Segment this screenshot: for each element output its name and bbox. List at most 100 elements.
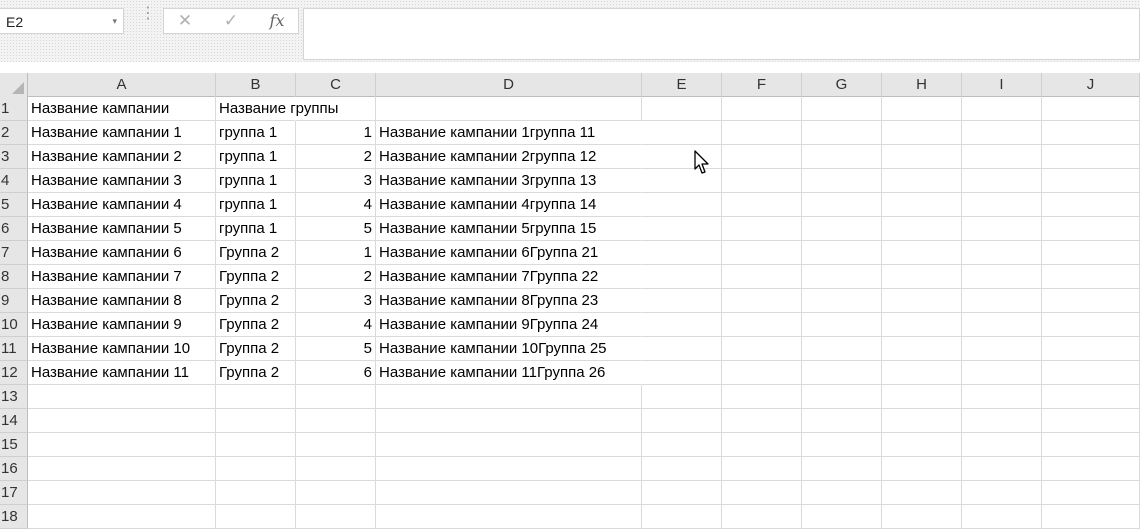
cell-a8[interactable]: Название кампании 7 — [28, 265, 216, 289]
cell-b17[interactable] — [216, 481, 296, 505]
cell-i10[interactable] — [962, 313, 1042, 337]
cell-j18[interactable] — [1042, 505, 1140, 529]
cell-e13[interactable] — [642, 385, 722, 409]
cell-i5[interactable] — [962, 193, 1042, 217]
cell-d1[interactable] — [376, 97, 642, 121]
cell-e12[interactable] — [642, 361, 722, 385]
cell-f16[interactable] — [722, 457, 802, 481]
cell-a18[interactable] — [28, 505, 216, 529]
cell-b6[interactable]: группа 1 — [216, 217, 296, 241]
row-header-1[interactable]: 1 — [0, 97, 28, 121]
cell-a7[interactable]: Название кампании 6 — [28, 241, 216, 265]
cell-e15[interactable] — [642, 433, 722, 457]
cell-i14[interactable] — [962, 409, 1042, 433]
cell-g10[interactable] — [802, 313, 882, 337]
column-header-a[interactable]: A — [28, 73, 216, 97]
cell-e2[interactable] — [642, 121, 722, 145]
cell-e6[interactable] — [642, 217, 722, 241]
cell-j14[interactable] — [1042, 409, 1140, 433]
cell-c8[interactable]: 2 — [296, 265, 376, 289]
cell-j10[interactable] — [1042, 313, 1140, 337]
cell-d3[interactable]: Название кампании 2группа 12 — [376, 145, 642, 169]
row-header-5[interactable]: 5 — [0, 193, 28, 217]
row-header-11[interactable]: 11 — [0, 337, 28, 361]
cell-i8[interactable] — [962, 265, 1042, 289]
cell-b4[interactable]: группа 1 — [216, 169, 296, 193]
cell-h17[interactable] — [882, 481, 962, 505]
cell-h2[interactable] — [882, 121, 962, 145]
cell-f13[interactable] — [722, 385, 802, 409]
cell-e7[interactable] — [642, 241, 722, 265]
cell-d5[interactable]: Название кампании 4группа 14 — [376, 193, 642, 217]
column-header-j[interactable]: J — [1042, 73, 1140, 97]
cell-i16[interactable] — [962, 457, 1042, 481]
cell-a1[interactable]: Название кампании — [28, 97, 216, 121]
cell-i7[interactable] — [962, 241, 1042, 265]
cell-i12[interactable] — [962, 361, 1042, 385]
cell-a12[interactable]: Название кампании 11 — [28, 361, 216, 385]
cell-h7[interactable] — [882, 241, 962, 265]
name-box[interactable]: E2 ▾ — [0, 8, 124, 34]
column-header-e[interactable]: E — [642, 73, 722, 97]
cell-b15[interactable] — [216, 433, 296, 457]
cell-d8[interactable]: Название кампании 7Группа 22 — [376, 265, 642, 289]
cell-f14[interactable] — [722, 409, 802, 433]
cell-c7[interactable]: 1 — [296, 241, 376, 265]
cell-g15[interactable] — [802, 433, 882, 457]
check-icon[interactable]: ✓ — [216, 10, 246, 32]
cell-i2[interactable] — [962, 121, 1042, 145]
cell-h11[interactable] — [882, 337, 962, 361]
cell-d11[interactable]: Название кампании 10Группа 25 — [376, 337, 642, 361]
cell-j11[interactable] — [1042, 337, 1140, 361]
cell-a6[interactable]: Название кампании 5 — [28, 217, 216, 241]
cell-g9[interactable] — [802, 289, 882, 313]
cell-b12[interactable]: Группа 2 — [216, 361, 296, 385]
cell-a3[interactable]: Название кампании 2 — [28, 145, 216, 169]
cell-i1[interactable] — [962, 97, 1042, 121]
cell-j3[interactable] — [1042, 145, 1140, 169]
cell-c13[interactable] — [296, 385, 376, 409]
cell-e5[interactable] — [642, 193, 722, 217]
cell-e14[interactable] — [642, 409, 722, 433]
cell-d7[interactable]: Название кампании 6Группа 21 — [376, 241, 642, 265]
cell-e17[interactable] — [642, 481, 722, 505]
cell-i13[interactable] — [962, 385, 1042, 409]
cell-j17[interactable] — [1042, 481, 1140, 505]
cell-h10[interactable] — [882, 313, 962, 337]
cell-d18[interactable] — [376, 505, 642, 529]
cell-f2[interactable] — [722, 121, 802, 145]
cell-h6[interactable] — [882, 217, 962, 241]
row-header-7[interactable]: 7 — [0, 241, 28, 265]
cell-g8[interactable] — [802, 265, 882, 289]
row-header-3[interactable]: 3 — [0, 145, 28, 169]
cell-g6[interactable] — [802, 217, 882, 241]
column-header-f[interactable]: F — [722, 73, 802, 97]
cell-a2[interactable]: Название кампании 1 — [28, 121, 216, 145]
cell-g7[interactable] — [802, 241, 882, 265]
cell-j5[interactable] — [1042, 193, 1140, 217]
cell-h14[interactable] — [882, 409, 962, 433]
column-header-c[interactable]: C — [296, 73, 376, 97]
cell-g18[interactable] — [802, 505, 882, 529]
cell-c1[interactable] — [296, 97, 376, 121]
cell-g17[interactable] — [802, 481, 882, 505]
cell-g2[interactable] — [802, 121, 882, 145]
cell-j15[interactable] — [1042, 433, 1140, 457]
cell-g11[interactable] — [802, 337, 882, 361]
cell-h18[interactable] — [882, 505, 962, 529]
cell-i18[interactable] — [962, 505, 1042, 529]
cell-b18[interactable] — [216, 505, 296, 529]
row-header-13[interactable]: 13 — [0, 385, 28, 409]
row-header-6[interactable]: 6 — [0, 217, 28, 241]
cell-a16[interactable] — [28, 457, 216, 481]
row-header-12[interactable]: 12 — [0, 361, 28, 385]
cell-j16[interactable] — [1042, 457, 1140, 481]
cell-d6[interactable]: Название кампании 5группа 15 — [376, 217, 642, 241]
cell-h4[interactable] — [882, 169, 962, 193]
cell-e9[interactable] — [642, 289, 722, 313]
cell-c11[interactable]: 5 — [296, 337, 376, 361]
cell-i15[interactable] — [962, 433, 1042, 457]
cell-b14[interactable] — [216, 409, 296, 433]
cell-i17[interactable] — [962, 481, 1042, 505]
cell-b16[interactable] — [216, 457, 296, 481]
